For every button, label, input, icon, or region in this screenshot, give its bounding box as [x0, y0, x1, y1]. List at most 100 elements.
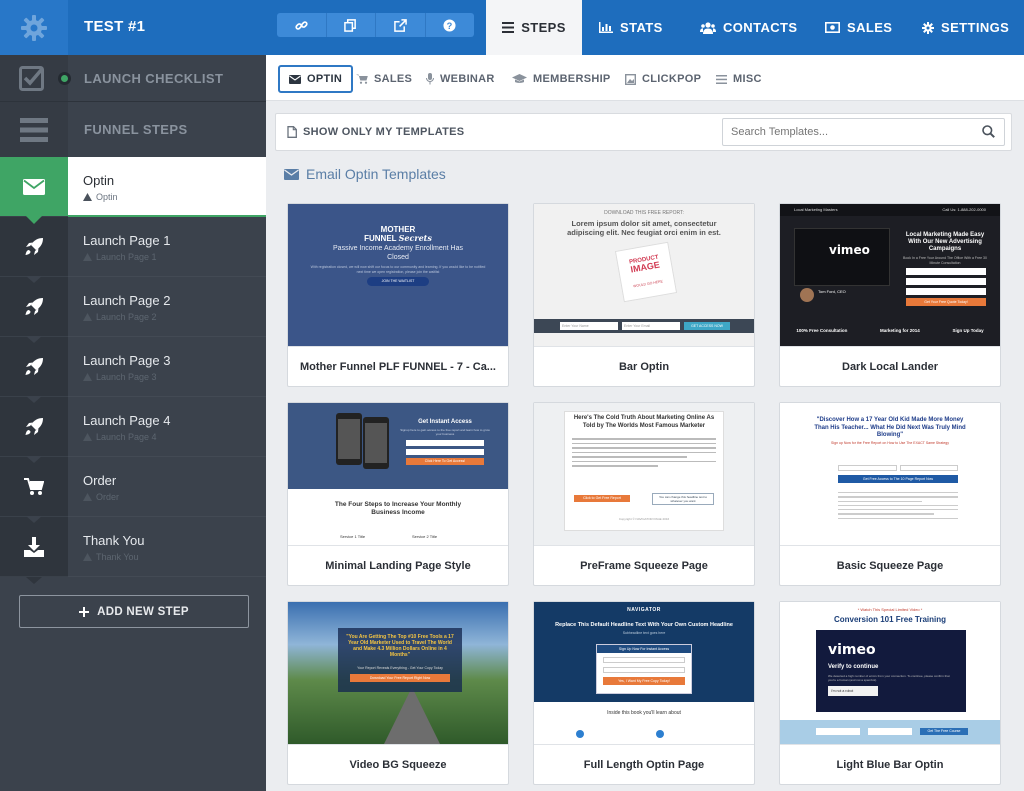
thumb-text: Enter Your Email [622, 322, 680, 330]
thumb-text: Conversion 101 Free Training [833, 615, 947, 624]
tab-webinar[interactable]: WEBINAR [426, 66, 495, 92]
step-subtitle-text: Launch Page 4 [96, 432, 157, 442]
tab-optin[interactable]: OPTIN [278, 65, 354, 93]
thumb-text: Sign Up Now For Instant Access [597, 645, 691, 653]
step-optin[interactable]: Optin Optin [0, 157, 266, 224]
thumb-text: WOULD GO HERE [632, 279, 664, 289]
step-subtitle: Thank You [83, 552, 266, 562]
tab-clickpop[interactable]: CLICKPOP [625, 66, 701, 92]
step-subtitle-text: Launch Page 3 [96, 372, 157, 382]
thumb-text: Local Marketing Made Easy With Our New A… [905, 232, 985, 252]
rocket-icon [25, 237, 43, 255]
tab-optin-label: OPTIN [307, 73, 343, 85]
template-name: Bar Optin [534, 346, 754, 386]
form-fields-mock: Click Here To Get Access! [406, 440, 484, 465]
tab-contacts[interactable]: CONTACTS [700, 0, 797, 55]
thumb-text: Inside this book you'll learn about [607, 710, 681, 716]
tab-webinar-label: WEBINAR [440, 73, 495, 85]
tab-membership[interactable]: MEMBERSHIP [512, 66, 611, 92]
thumb-text: "Discover How a 17 Year Old Kid Made Mor… [814, 417, 966, 438]
template-name: Full Length Optin Page [534, 744, 754, 784]
template-card[interactable]: "You Are Getting The Top #10 Free Tools … [287, 601, 509, 785]
step-icon-cell [0, 157, 68, 224]
tab-settings[interactable]: SETTINGS [922, 0, 1009, 55]
show-only-my-templates-label: SHOW ONLY MY TEMPLATES [303, 126, 465, 138]
template-name: Basic Squeeze Page [780, 545, 1000, 585]
tab-stats[interactable]: STATS [599, 0, 663, 55]
template-card[interactable]: MOTHER FUNNEL Secrets Passive Income Acad… [287, 203, 509, 387]
step-launch-page-2[interactable]: Launch Page 2 Launch Page 2 [0, 276, 266, 337]
thumb-side-box: You can change this headline text to wha… [652, 493, 714, 505]
envelope-icon [284, 168, 299, 180]
phone-mock [336, 413, 362, 465]
tab-sales-templates[interactable]: SALES [356, 66, 412, 92]
step-subtitle: Launch Page 3 [83, 372, 266, 382]
step-subtitle-text: Thank You [96, 552, 139, 562]
thumb-text: Your Report Reveals Everything - Get You… [357, 666, 443, 670]
link-icon[interactable] [277, 13, 327, 37]
template-card[interactable]: NAVIGATOR Replace This Default Headline … [533, 601, 755, 785]
template-card[interactable]: DOWNLOAD THIS FREE REPORT: Lorem ipsum d… [533, 203, 755, 387]
warning-icon [83, 313, 92, 321]
tab-stats-label: STATS [620, 20, 663, 35]
top-bar: TEST #1 ? STEPS STATS CONTACTS SALES SET… [0, 0, 1024, 55]
form-fields-mock [838, 465, 958, 471]
template-card[interactable]: * Watch This Special Limited Video * Con… [779, 601, 1001, 785]
step-icon-cell [0, 456, 68, 517]
add-new-step-button[interactable]: ADD NEW STEP [19, 595, 249, 628]
thumb-text: Enter Your Name [560, 322, 618, 330]
template-category-tabs: OPTIN SALES WEBINAR MEMBERSHIP CLICKPOP … [266, 55, 1024, 101]
text-lines-mock [572, 435, 716, 470]
help-icon[interactable]: ? [426, 13, 475, 37]
gear-logo-icon[interactable] [0, 0, 68, 55]
tab-steps[interactable]: STEPS [486, 0, 582, 55]
form-fields-mock: Get Your Free Quote Today! [906, 268, 986, 306]
template-card[interactable]: Local Marketing Masters Call Us: 1-888-2… [779, 203, 1001, 387]
launch-checklist-row[interactable]: LAUNCH CHECKLIST [0, 55, 266, 102]
search-templates-input[interactable] [723, 119, 963, 145]
step-subtitle: Launch Page 2 [83, 312, 266, 322]
checklist-icon-cell [0, 55, 71, 101]
phone-mock [363, 417, 389, 469]
thumb-text: Get The Free Course [920, 728, 968, 735]
step-icon-cell [0, 276, 68, 337]
template-card[interactable]: Get Instant Access Signup here to gain a… [287, 402, 509, 586]
rocket-icon [25, 417, 43, 435]
tab-clickpop-label: CLICKPOP [642, 73, 702, 85]
step-thank-you[interactable]: Thank You Thank You [0, 516, 266, 577]
step-order[interactable]: Order Order [0, 456, 266, 517]
template-name: Mother Funnel PLF FUNNEL - 7 - Ca... [288, 346, 508, 386]
show-only-my-templates-toggle[interactable]: SHOW ONLY MY TEMPLATES [287, 126, 464, 138]
step-launch-page-4[interactable]: Launch Page 4 Launch Page 4 [0, 396, 266, 457]
tab-sales[interactable]: SALES [825, 0, 892, 55]
tab-sales-templates-label: SALES [374, 73, 413, 85]
thumb-text: * Watch This Special Limited Video * [857, 607, 923, 612]
funnel-title: TEST #1 [84, 18, 146, 35]
plus-icon [79, 606, 90, 617]
warning-icon [83, 553, 92, 561]
thumb-cta: Get Free Access to The 10 Page Report No… [838, 475, 958, 483]
warning-icon [83, 193, 92, 201]
template-thumbnail: MOTHER FUNNEL Secrets Passive Income Acad… [288, 204, 508, 346]
share-icons-mock [656, 730, 664, 738]
file-icon [287, 126, 297, 138]
copy-icon[interactable] [327, 13, 376, 37]
menu-icon [716, 74, 727, 84]
template-card[interactable]: "Discover How a 17 Year Old Kid Made Mor… [779, 402, 1001, 586]
template-name: Video BG Squeeze [288, 744, 508, 784]
step-notch [26, 276, 42, 283]
step-name: Thank You [83, 533, 145, 548]
graduation-cap-icon [512, 74, 527, 83]
thumb-text: Secrets [398, 233, 432, 243]
template-thumbnail: "You Are Getting The Top #10 Free Tools … [288, 602, 508, 744]
search-icon[interactable] [982, 125, 995, 138]
thumb-bar: Get The Free Course [780, 720, 1000, 744]
cart-icon [24, 477, 44, 495]
step-launch-page-1[interactable]: Launch Page 1 Launch Page 1 [0, 216, 266, 277]
external-link-icon[interactable] [376, 13, 426, 37]
step-launch-page-3[interactable]: Launch Page 3 Launch Page 3 [0, 336, 266, 397]
template-thumbnail: Here's The Cold Truth About Marketing On… [534, 403, 754, 545]
add-new-step-label: ADD NEW STEP [97, 605, 189, 618]
tab-misc[interactable]: MISC [716, 66, 762, 92]
template-card[interactable]: Here's The Cold Truth About Marketing On… [533, 402, 755, 586]
